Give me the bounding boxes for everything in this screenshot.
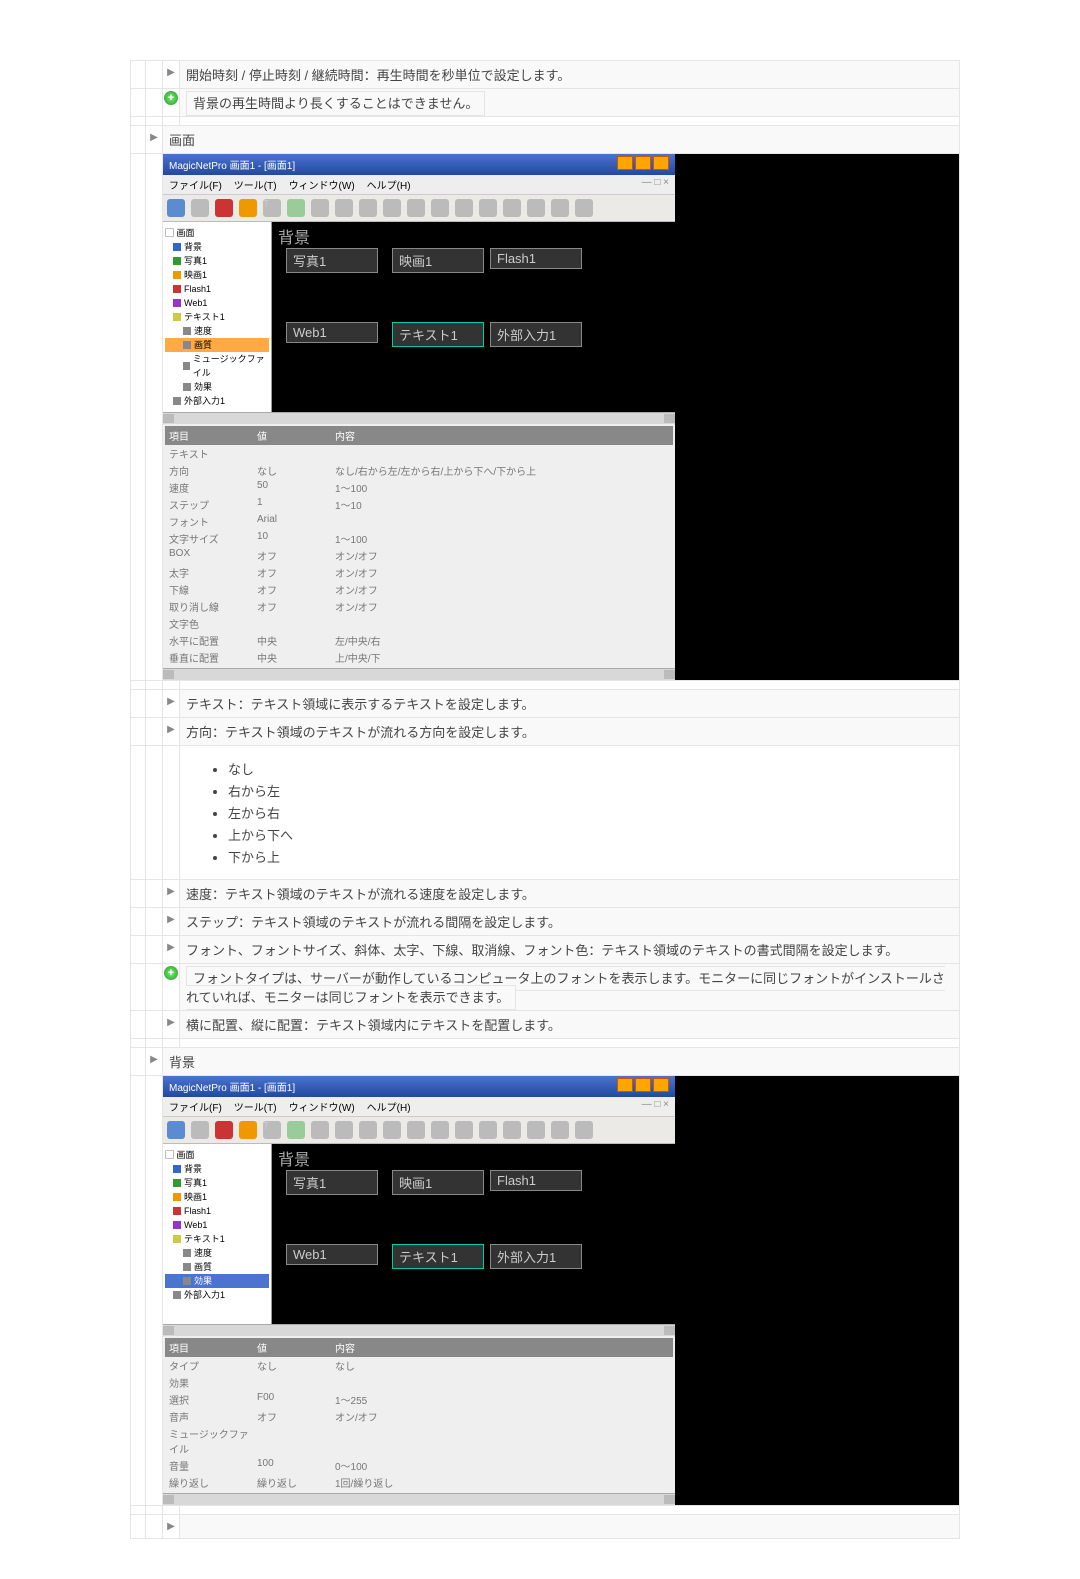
property-grid[interactable]: 項目値内容タイプなしなし効果選択F001～255音声オフオン/オフミュージックフ… bbox=[163, 1336, 675, 1493]
section-bg: 背景 bbox=[163, 1048, 960, 1076]
toolbar[interactable]: T bbox=[163, 195, 675, 222]
item-text: テキスト：テキスト領域に表示するテキストを設定します。 bbox=[180, 690, 960, 718]
plus-icon: + bbox=[164, 91, 178, 105]
h-scrollbar[interactable] bbox=[163, 1493, 675, 1505]
doc-table: ▶ 開始時刻 / 停止時刻 / 継続時間：再生時間を秒単位で設定します。 + 背… bbox=[130, 60, 960, 1539]
menu-bar[interactable]: ファイル(F)ツール(T)ウィンドウ(W)ヘルプ(H) ― □ × bbox=[163, 175, 675, 195]
tree-panel[interactable]: ▢ 画面背景写真1映画1Flash1Web1テキスト1速度画質ミュージックファイ… bbox=[163, 222, 272, 412]
window-buttons[interactable] bbox=[615, 156, 669, 173]
item-direction: 方向：テキスト領域のテキストが流れる方向を設定します。 bbox=[180, 718, 960, 746]
section-toggle-icon[interactable]: ▶ bbox=[150, 1054, 158, 1065]
time-note: 背景の再生時間より長くすることはできません。 bbox=[186, 91, 485, 116]
h-scrollbar[interactable] bbox=[163, 412, 675, 424]
canvas[interactable]: 背景 写真1 映画1 Flash1 Web1 テキスト1 外部入力1 bbox=[272, 1144, 675, 1324]
canvas[interactable]: 背景 写真1 映画1 Flash1 Web1 テキスト1 外部入力1 bbox=[272, 222, 675, 412]
section-screen: 画面 bbox=[163, 126, 960, 154]
window-buttons[interactable] bbox=[615, 1078, 669, 1095]
menu-bar[interactable]: ファイル(F)ツール(T)ウィンドウ(W)ヘルプ(H) ― □ × bbox=[163, 1097, 675, 1117]
item-speed: 速度：テキスト領域のテキストが流れる速度を設定します。 bbox=[180, 880, 960, 908]
toolbar[interactable]: T bbox=[163, 1117, 675, 1144]
tree-panel[interactable]: ▢ 画面背景写真1映画1Flash1Web1テキスト1速度画質効果外部入力1 bbox=[163, 1144, 272, 1324]
property-grid[interactable]: 項目値内容テキスト方向なしなし/右から左/左から右/上から下へ/下から上速度50… bbox=[163, 424, 675, 668]
app-title: MagicNetPro 画面1 - [画面1] bbox=[169, 157, 295, 172]
direction-options: なし右から左左から右上から下へ下から上 bbox=[180, 746, 960, 880]
item-font: フォント、フォントサイズ、斜体、太字、下線、取消線、フォント色：テキスト領域のテ… bbox=[180, 936, 960, 964]
h-scrollbar[interactable] bbox=[163, 668, 675, 680]
item-align: 横に配置、縦に配置：テキスト領域内にテキストを配置します。 bbox=[180, 1011, 960, 1039]
app-screenshot-1: MagicNetPro 画面1 - [画面1] ファイル(F)ツール(T)ウィン… bbox=[163, 154, 675, 680]
time-heading: 開始時刻 / 停止時刻 / 継続時間：再生時間を秒単位で設定します。 bbox=[180, 61, 960, 89]
section-toggle-icon[interactable]: ▶ bbox=[150, 132, 158, 143]
app-screenshot-2: MagicNetPro 画面1 - [画面1] ファイル(F)ツール(T)ウィン… bbox=[163, 1076, 675, 1505]
bullet-arrow-icon: ▶ bbox=[167, 67, 175, 78]
font-note: フォントタイプは、サーバーが動作しているコンピュータ上のフォントを表示します。モ… bbox=[186, 966, 945, 1010]
item-step: ステップ：テキスト領域のテキストが流れる間隔を設定します。 bbox=[180, 908, 960, 936]
h-scrollbar[interactable] bbox=[163, 1324, 675, 1336]
